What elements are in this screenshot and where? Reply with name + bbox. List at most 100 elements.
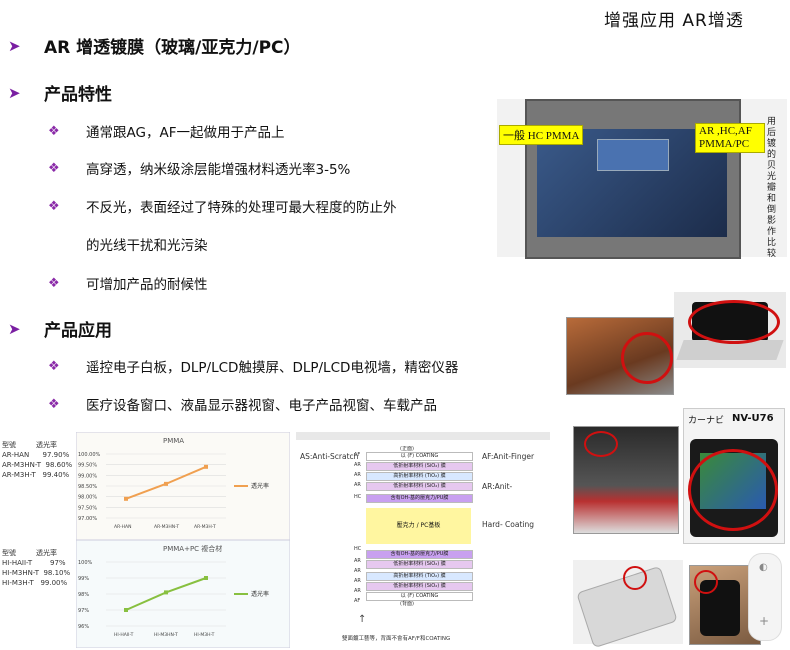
vertical-caption: 用后镀的贝光瓣和倒影作比较: [767, 117, 777, 259]
hard-coating-label: Hard- Coating: [482, 520, 534, 529]
data-point: [124, 608, 128, 612]
anti-reflect-label: AR:Anit-: [482, 482, 513, 491]
feature-bullet-2: ❖ 高穿透，纳米级涂层能增强材料透光率3-5%: [48, 160, 351, 179]
coating-layer: 以 (F) COATING: [366, 452, 473, 461]
application-bullet-2: ❖ 医疗设备窗口、液晶显示器视窗、电子产品视窗、车载产品: [48, 396, 437, 415]
diamond-bullet-icon: ❖: [48, 396, 60, 412]
y-tick-label: 100.00%: [78, 452, 100, 458]
anti-scratch-label: AS:Anti-Scratch: [300, 452, 359, 461]
legend-label: 透光率: [251, 482, 269, 490]
layer-mark-label: AR: [354, 482, 361, 488]
laptop-photo: [674, 292, 786, 368]
feature-bullet-1: ❖ 通常跟AG，AF一起做用于产品上: [48, 123, 285, 142]
pmma-chart: PMMA 100.00% 99.50% 99.00% 98.50% 98.00% 97.50…: [76, 432, 290, 540]
x-tick-label: AR-HAN: [114, 524, 131, 530]
layer-mark-label: AF: [354, 598, 361, 604]
anti-finger-label: AF:Anit-Finger: [482, 452, 535, 461]
layer-mark-label: AR: [354, 568, 361, 574]
coating-layer: 低折射率材料 (SiO₂) 膜: [366, 582, 473, 591]
coating-layer: 高折射率材料 (TiO₂) 膜: [366, 472, 473, 481]
diamond-bullet-icon: ❖: [48, 275, 60, 291]
x-tick-label: HI-M3HN-T: [154, 632, 178, 638]
coating-layer: 含有OH-基的壓克力/PU膜: [366, 494, 473, 503]
diamond-bullet-icon: ❖: [48, 123, 60, 139]
pmma-chart-block: 型號 透光率 AR-HAN 97.90% AR-M3HN-T 98.60% AR…: [0, 432, 290, 540]
layer-mark-label: HC: [354, 494, 362, 500]
data-point: [124, 496, 128, 501]
y-tick-label: 97.50%: [78, 505, 97, 511]
highlight-circle: [688, 449, 778, 531]
coating-layer: 低折射率材料 (SiO₂) 膜: [366, 462, 473, 471]
y-tick-label: 100%: [78, 560, 93, 566]
coating-layer: 低折射率材料 (SiO₂) 膜: [366, 560, 473, 569]
features-heading: ➤ 产品特性: [8, 80, 112, 106]
y-tick-label: 99.50%: [78, 463, 97, 469]
data-point: [204, 576, 208, 580]
x-tick-label: AR-M3HN-T: [154, 524, 179, 530]
car-dashboard-photo: [573, 426, 679, 534]
tablet-photo: [573, 560, 683, 649]
y-tick-label: 97.00%: [78, 516, 97, 522]
plus-icon: +: [759, 614, 770, 628]
layer-mark-label: AR: [354, 558, 361, 564]
x-tick-label: HI-M3H-T: [194, 632, 215, 638]
applications-title: 产品应用: [44, 321, 112, 341]
highlight-circle: [621, 332, 673, 384]
pmma-pc-chart-block: 型號 透光率 HI-HAII-T 97% HI-M3HN-T 98.10% HI…: [0, 540, 290, 650]
arrow-bullet-icon: ➤: [8, 319, 21, 338]
layer-mark-label: HC: [354, 546, 362, 552]
y-tick-label: 98%: [78, 592, 89, 598]
chart-title: PMMA: [163, 437, 184, 445]
layer-mark-label: AF: [354, 452, 361, 458]
y-tick-label: 97%: [78, 608, 89, 614]
feature-bullet-3: ❖ 不反光，表面经过了特殊的处理可最大程度的防止外: [48, 198, 397, 217]
nav-model-label: NV-U76: [732, 413, 774, 424]
chart-title: PMMA+PC 複合材: [163, 544, 222, 553]
diamond-bullet-icon: ❖: [48, 160, 60, 176]
pmma-pc-chart: PMMA+PC 複合材 100% 99% 98% 97% 96% HI-HAII-T HI-M…: [76, 540, 290, 648]
corner-title: 增强应用 AR增透: [604, 11, 744, 31]
data-point: [204, 464, 208, 469]
diagram-caption: 雙面鍍工藝等，背面不會有AF/F和COATING: [342, 636, 451, 642]
monitor-comparison-photo: 一般 HC PMMA AR ,HC,AF PMMA/PC 用后镀的贝光瓣和倒影作…: [497, 99, 787, 259]
legend-label: 透光率: [251, 590, 269, 598]
dialog-window-image: [597, 139, 669, 171]
arrow-bullet-icon: ➤: [8, 83, 21, 102]
feature-bullet-3-continuation: 的光线干扰和光污染: [86, 238, 208, 254]
highlight-circle: [623, 566, 647, 590]
y-tick-label: 99%: [78, 576, 89, 582]
layer-mark-label: AR: [354, 578, 361, 584]
coating-layer: 高折射率材料 (TiO₂) 膜: [366, 572, 473, 581]
coating-layer: 含有OH-基的壓克力/PU膜: [366, 550, 473, 559]
highlight-circle: [584, 431, 618, 457]
data-point: [164, 481, 168, 486]
substrate-layer: 壓克力 / PC基板: [366, 508, 471, 544]
y-tick-label: 98.50%: [78, 484, 97, 490]
label-ar-pmma: AR ,HC,AF PMMA/PC: [695, 123, 765, 153]
applications-heading: ➤ 产品应用: [8, 316, 112, 342]
pmma-pc-table: 型號 透光率 HI-HAII-T 97% HI-M3HN-T 98.10% HI…: [2, 549, 71, 587]
main-heading: ➤ AR 增透镀膜（玻璃/亚克力/PC）: [8, 33, 301, 59]
scroll-wheel-icon: ◐: [759, 562, 768, 573]
y-tick-label: 98.00%: [78, 495, 97, 501]
player-device-photo: ◐ +: [748, 553, 782, 641]
y-tick-label: 99.00%: [78, 473, 97, 479]
coating-layer: 低折射率材料 (SiO₂) 膜: [366, 482, 473, 491]
pmma-table: 型號 透光率 AR-HAN 97.90% AR-M3HN-T 98.60% AR…: [2, 441, 73, 479]
diamond-bullet-icon: ❖: [48, 358, 60, 374]
back-label: (背面): [400, 601, 414, 607]
diagram-top-bar: [296, 432, 550, 440]
highlight-circle: [694, 570, 718, 594]
features-title: 产品特性: [44, 85, 112, 105]
coating-layer: 以 (F) COATING: [366, 592, 473, 601]
x-tick-label: AR-M3H-T: [194, 524, 216, 530]
label-standard-pmma: 一般 HC PMMA: [499, 125, 584, 145]
layer-mark-label: AR: [354, 462, 361, 468]
main-heading-text: AR 增透镀膜（玻璃/亚克力/PC）: [44, 38, 301, 58]
car-navigation-photo: カーナビ NV-U76: [683, 408, 785, 544]
diamond-bullet-icon: ❖: [48, 198, 60, 214]
data-point: [164, 590, 168, 595]
application-bullet-1: ❖ 遥控电子白板，DLP/LCD触摸屏、DLP/LCD电视墙，精密仪器: [48, 358, 459, 377]
layer-mark-label: AR: [354, 472, 361, 478]
highlight-circle: [688, 300, 780, 344]
